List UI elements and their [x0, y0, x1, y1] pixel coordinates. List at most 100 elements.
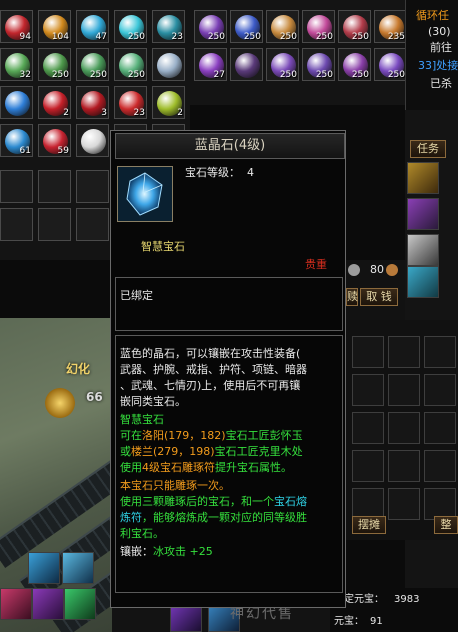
- bag-slot[interactable]: 250: [114, 10, 147, 43]
- inlay-label: 镶嵌：: [120, 545, 153, 558]
- bag-slot[interactable]: 61: [0, 124, 33, 157]
- stack-count: 2: [177, 108, 183, 118]
- stack-count: 3: [101, 108, 107, 118]
- potion-icon: [157, 53, 182, 78]
- item-tooltip: 蓝晶石(4级) 宝石等级： 4 智慧宝石 贵重 已绑定 蓝色的晶石，可以镶嵌在攻…: [110, 130, 346, 608]
- stack-count: 250: [127, 32, 145, 42]
- warehouse-slot[interactable]: [352, 412, 384, 444]
- text: 提升宝石属性。: [215, 461, 292, 474]
- stack-count: 250: [51, 70, 69, 80]
- item-link[interactable]: 炼符: [120, 511, 142, 524]
- warehouse-slot[interactable]: [424, 412, 456, 444]
- coin-icon: [348, 264, 360, 276]
- coords: (179，182): [164, 429, 226, 442]
- sort-button[interactable]: 整: [434, 516, 458, 534]
- bag-slot[interactable]: 47: [76, 10, 109, 43]
- bag-slot[interactable]: 250: [266, 10, 299, 43]
- bag-slot[interactable]: 2: [38, 86, 71, 119]
- bag-slot[interactable]: 250: [194, 10, 227, 43]
- inlay-value: 冰攻击 +25: [153, 545, 213, 558]
- bag-slot[interactable]: 250: [76, 48, 109, 81]
- bag-slot[interactable]: 94: [0, 10, 33, 43]
- bag-slot[interactable]: 59: [38, 124, 71, 157]
- tab-quest[interactable]: 任务: [410, 140, 446, 158]
- scroll-icon[interactable]: [407, 162, 439, 194]
- skill-icon[interactable]: [64, 588, 96, 620]
- bag-slot[interactable]: 250: [230, 10, 263, 43]
- redeem-button[interactable]: 赎: [346, 288, 358, 306]
- bag-slot[interactable]: 32: [0, 48, 33, 81]
- place-link[interactable]: 楼兰: [131, 445, 153, 458]
- bag-slot[interactable]: 23: [152, 10, 185, 43]
- bag-slot[interactable]: 250: [266, 48, 299, 81]
- warehouse-slot[interactable]: [424, 450, 456, 482]
- empty-slot[interactable]: [76, 208, 109, 241]
- bag-slot[interactable]: 250: [114, 48, 147, 81]
- carve-note: 本宝石只能雕琢一次。: [120, 479, 230, 492]
- bag-slot[interactable]: 250: [374, 48, 407, 81]
- warehouse-slot[interactable]: [388, 336, 420, 368]
- bag-slot[interactable]: [76, 124, 109, 157]
- empty-slot[interactable]: [38, 208, 71, 241]
- charm-icon[interactable]: [407, 266, 439, 298]
- bag-slot[interactable]: 250: [338, 48, 371, 81]
- bag-slot[interactable]: 104: [38, 10, 71, 43]
- bag-slot[interactable]: 250: [302, 10, 335, 43]
- place-link[interactable]: 洛阳: [142, 429, 164, 442]
- bag-slot[interactable]: 250: [338, 10, 371, 43]
- item-link[interactable]: 4级宝石雕琢符: [142, 461, 215, 474]
- quest-panel[interactable]: 循环任 (30) 前往 33]处接 已杀: [405, 0, 458, 110]
- skill-icon[interactable]: [0, 588, 32, 620]
- skill-icon[interactable]: [28, 552, 60, 584]
- quest-line[interactable]: 33]处接: [418, 58, 458, 74]
- bag-slot[interactable]: 250: [302, 48, 335, 81]
- empty-slot[interactable]: [0, 208, 33, 241]
- gem-level-label: 宝石等级：: [185, 166, 240, 179]
- empty-slot[interactable]: [38, 170, 71, 203]
- stack-count: 250: [207, 32, 225, 42]
- bag-slot[interactable]: [230, 48, 263, 81]
- empty-slot[interactable]: [76, 170, 109, 203]
- warehouse-slot[interactable]: [424, 374, 456, 406]
- bag-slot[interactable]: [152, 48, 185, 81]
- item-type: 智慧宝石: [141, 240, 185, 253]
- warehouse-slot[interactable]: [388, 450, 420, 482]
- bag-slot[interactable]: 3: [76, 86, 109, 119]
- yuanbao-label: 元宝：: [334, 616, 364, 627]
- stack-count: 61: [19, 146, 31, 156]
- location-line: 使用4级宝石雕琢符提升宝石属性。: [120, 460, 292, 476]
- wisdom-label: 智慧宝石: [120, 413, 164, 426]
- yuanbao-value: 91: [370, 616, 383, 627]
- effect-text: 幻化: [66, 362, 91, 376]
- item-link[interactable]: 宝石熔: [274, 495, 307, 508]
- bag-slot[interactable]: [0, 86, 33, 119]
- stack-count: 250: [279, 32, 297, 42]
- warehouse-slot[interactable]: [388, 412, 420, 444]
- stack-count: 2: [63, 108, 69, 118]
- skill-bar: [0, 552, 112, 632]
- skill-icon[interactable]: [62, 552, 94, 584]
- bag-slot[interactable]: 27: [194, 48, 227, 81]
- empty-slot[interactable]: [0, 170, 33, 203]
- quest-line: 已杀: [430, 77, 452, 90]
- stack-count: 250: [387, 70, 405, 80]
- stall-button[interactable]: 摆摊: [352, 516, 386, 534]
- currency-bar: 绑定元宝： 3983 元宝： 91: [330, 588, 458, 632]
- bag-slot[interactable]: 2: [152, 86, 185, 119]
- bag-slot[interactable]: 235: [374, 10, 407, 43]
- skill-icon[interactable]: [32, 588, 64, 620]
- warehouse-slot[interactable]: [352, 336, 384, 368]
- warehouse-slot[interactable]: [352, 374, 384, 406]
- warehouse-slot[interactable]: [424, 336, 456, 368]
- bag-slot[interactable]: 23: [114, 86, 147, 119]
- desc-line: 、武魂、七情刃)上，使用后不可再镶: [120, 379, 301, 392]
- book-icon[interactable]: [407, 198, 439, 230]
- bag-slot[interactable]: 250: [38, 48, 71, 81]
- warehouse-slot[interactable]: [352, 450, 384, 482]
- warehouse-slot[interactable]: [388, 488, 420, 520]
- inlay-line: 镶嵌：冰攻击 +25: [120, 544, 213, 560]
- withdraw-button[interactable]: 取 钱: [360, 288, 398, 306]
- bottle-icon[interactable]: [407, 234, 439, 266]
- location-line: 或楼兰(279，198)宝石工匠克里木处: [120, 444, 303, 460]
- warehouse-slot[interactable]: [388, 374, 420, 406]
